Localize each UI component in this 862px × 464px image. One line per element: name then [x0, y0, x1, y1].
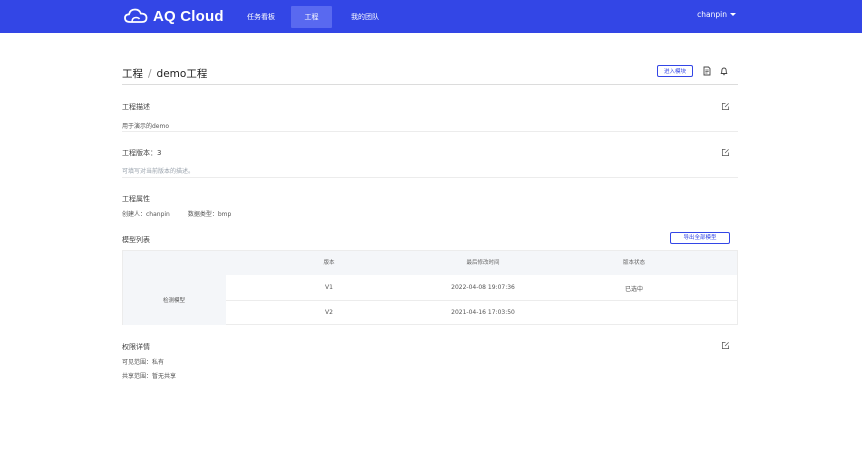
model-list-title: 模型列表	[122, 236, 150, 244]
enter-model-button[interactable]: 进入模块	[657, 65, 693, 77]
version-title: 工程版本：3	[122, 149, 162, 157]
section-divider	[122, 177, 738, 178]
creator-value: 创建人：chanpin	[122, 211, 170, 218]
top-navigation-bar: AQ Cloud 任务看板 工程 我的团队 chanpin	[0, 0, 862, 33]
sharing-scope: 共享范围：暂无共享	[122, 373, 177, 380]
description-text: 用于演示的demo	[122, 123, 170, 130]
model-group-cell: 检测模型	[123, 275, 226, 325]
attributes-title: 工程属性	[122, 195, 150, 203]
visibility-scope: 可见范围：私有	[122, 359, 165, 366]
row-1-version[interactable]: V1	[325, 284, 333, 291]
table-header: 版本 最后修改时间 版本状态	[123, 251, 737, 275]
user-menu[interactable]: chanpin	[697, 10, 736, 19]
page-title: demo工程	[156, 68, 208, 80]
export-all-models-button[interactable]: 导出全部模型	[670, 232, 730, 244]
cloud-logo-icon	[124, 8, 148, 23]
user-name: chanpin	[697, 10, 727, 19]
edit-icon[interactable]	[721, 102, 730, 111]
edit-icon[interactable]	[721, 341, 730, 350]
bell-icon[interactable]	[719, 66, 729, 76]
description-title: 工程描述	[122, 103, 150, 111]
row-2-version[interactable]: V2	[325, 309, 333, 316]
section-divider	[122, 131, 738, 132]
breadcrumb-root[interactable]: 工程	[122, 68, 143, 80]
header-divider	[122, 84, 738, 85]
row-1-status: 已选中	[624, 286, 644, 293]
breadcrumb-separator: /	[148, 68, 152, 80]
row-2-modified: 2021-04-16 17:03:50	[451, 309, 515, 316]
caret-down-icon	[730, 13, 736, 16]
model-group-label: 检测模型	[162, 298, 186, 304]
document-icon[interactable]	[702, 66, 712, 76]
attributes-row: 创建人：chanpin 数据类型：bmp	[122, 209, 249, 218]
permissions-title: 权限详情	[122, 343, 150, 351]
nav-item-task-board[interactable]: 任务看板	[232, 6, 290, 28]
model-table: 版本 最后修改时间 版本状态 检测模型 V1 2022-04-08 19:07:…	[122, 250, 738, 325]
row-divider	[226, 300, 737, 301]
nav-item-projects[interactable]: 工程	[291, 6, 332, 28]
edit-icon[interactable]	[721, 148, 730, 157]
column-header-modified: 最后修改时间	[466, 260, 500, 266]
column-header-version: 版本	[323, 260, 335, 266]
breadcrumb: 工程 / demo工程	[122, 66, 207, 81]
version-description: 可填写对当前版本的描述。	[122, 168, 195, 175]
brand-name: AQ Cloud	[153, 7, 224, 25]
data-type-value: 数据类型：bmp	[187, 211, 232, 218]
column-header-status: 版本状态	[622, 260, 646, 266]
row-1-modified: 2022-04-08 19:07:36	[451, 284, 515, 291]
nav-item-my-team[interactable]: 我的团队	[340, 6, 390, 28]
brand-logo[interactable]: AQ Cloud	[124, 6, 224, 26]
